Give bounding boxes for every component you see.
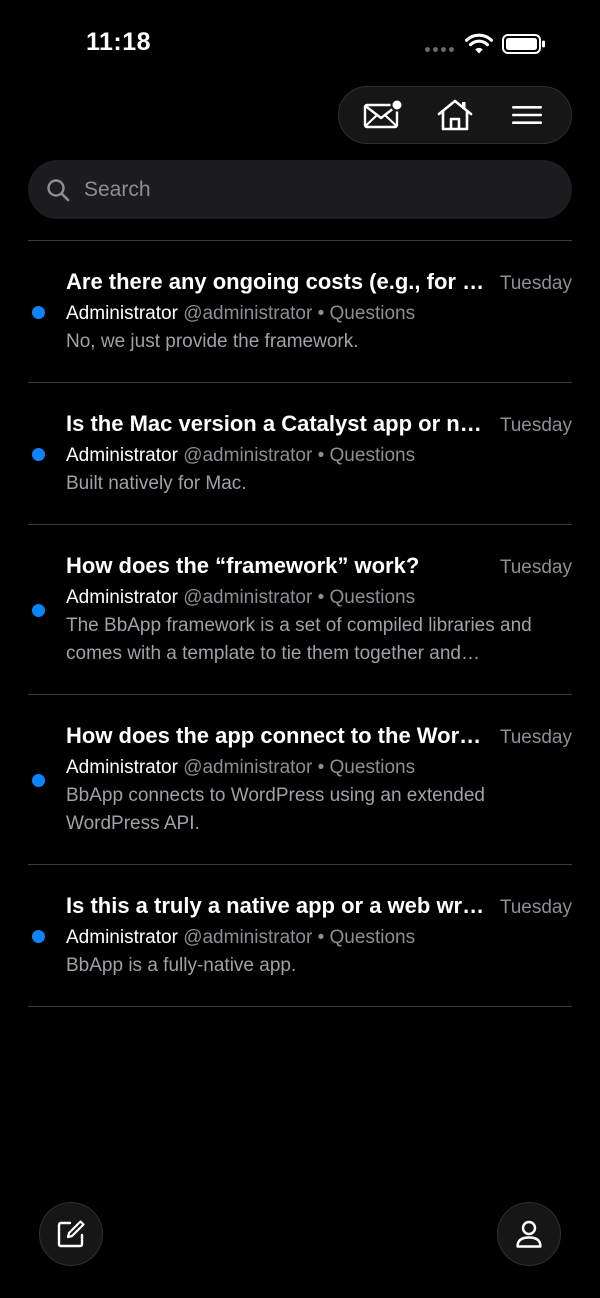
search-icon: [47, 178, 70, 201]
topic-excerpt: The BbApp framework is a set of compiled…: [66, 615, 532, 664]
author-name[interactable]: Administrator: [66, 927, 178, 948]
author-name[interactable]: Administrator: [66, 303, 178, 324]
menu-icon: [512, 106, 542, 124]
unread-indicator: [32, 604, 45, 617]
author-handle: @administrator: [183, 927, 313, 948]
author-handle: @administrator: [183, 757, 313, 778]
notifications-button[interactable]: [353, 90, 413, 140]
topic-title: How does the app connect to the WordPres…: [66, 723, 500, 748]
unread-indicator: [32, 930, 45, 943]
topic-excerpt: BbApp connects to WordPress using an ext…: [66, 785, 485, 834]
author-name[interactable]: Administrator: [66, 587, 178, 608]
profile-button[interactable]: [497, 1202, 561, 1266]
status-time: 11:18: [86, 28, 152, 56]
topic-title: How does the “framework” work?: [66, 553, 420, 578]
topic-meta: Administrator @administrator • Questions: [66, 753, 572, 782]
list-item[interactable]: Is the Mac version a Catalyst app or nat…: [0, 383, 600, 524]
topic-list: Are there any ongoing costs (e.g., for h…: [0, 240, 600, 1007]
topic-date: Tuesday: [499, 557, 572, 578]
topic-meta: Administrator @administrator • Questions: [66, 923, 572, 952]
menu-button[interactable]: [497, 90, 557, 140]
topic-excerpt: Built natively for Mac.: [66, 473, 247, 494]
author-handle: @administrator: [183, 445, 313, 466]
battery-icon: [502, 34, 545, 54]
list-item[interactable]: Is this a truly a native app or a web wr…: [0, 865, 600, 1006]
meta-separator: •: [317, 757, 325, 778]
topic-excerpt: No, we just provide the framework.: [66, 331, 359, 352]
wifi-icon: [465, 33, 493, 54]
unread-indicator: [32, 306, 45, 319]
topic-title: Is the Mac version a Catalyst app or nat…: [66, 411, 500, 436]
forum-name[interactable]: Questions: [330, 445, 416, 466]
search-bar[interactable]: [28, 160, 572, 219]
cellular-signal-icon: [425, 47, 454, 52]
meta-separator: •: [317, 587, 325, 608]
list-item[interactable]: Are there any ongoing costs (e.g., for h…: [0, 241, 600, 382]
status-bar: 11:18: [0, 0, 600, 90]
top-toolbar: [338, 86, 572, 144]
topic-meta: Administrator @administrator • Questions: [66, 441, 572, 470]
topic-title: Are there any ongoing costs (e.g., for h…: [66, 269, 500, 294]
meta-separator: •: [317, 445, 325, 466]
meta-separator: •: [317, 303, 325, 324]
author-handle: @administrator: [183, 303, 313, 324]
topic-meta: Administrator @administrator • Questions: [66, 299, 572, 328]
mail-notification-icon: [363, 99, 403, 129]
topic-excerpt: BbApp is a fully-native app.: [66, 955, 297, 976]
meta-separator: •: [317, 927, 325, 948]
topic-date: Tuesday: [499, 727, 572, 748]
topic-date: Tuesday: [499, 415, 572, 436]
forum-name[interactable]: Questions: [330, 757, 416, 778]
topic-meta: Administrator @administrator • Questions: [66, 583, 572, 612]
forum-name[interactable]: Questions: [330, 303, 416, 324]
author-handle: @administrator: [183, 587, 313, 608]
home-icon: [437, 99, 473, 131]
forum-name[interactable]: Questions: [330, 927, 416, 948]
author-name[interactable]: Administrator: [66, 757, 178, 778]
compose-icon: [57, 1220, 85, 1248]
forum-name[interactable]: Questions: [330, 587, 416, 608]
unread-indicator: [32, 774, 45, 787]
list-item[interactable]: How does the app connect to the WordPres…: [0, 695, 600, 864]
home-button[interactable]: [425, 90, 485, 140]
unread-indicator: [32, 448, 45, 461]
topic-date: Tuesday: [499, 273, 572, 294]
compose-button[interactable]: [39, 1202, 103, 1266]
topic-title: Is this a truly a native app or a web wr…: [66, 893, 500, 918]
search-input[interactable]: [82, 176, 526, 203]
profile-icon: [516, 1220, 542, 1248]
topic-date: Tuesday: [499, 897, 572, 918]
list-item[interactable]: How does the “framework” work? Tuesday A…: [0, 525, 600, 694]
list-divider: [28, 1006, 572, 1007]
author-name[interactable]: Administrator: [66, 445, 178, 466]
